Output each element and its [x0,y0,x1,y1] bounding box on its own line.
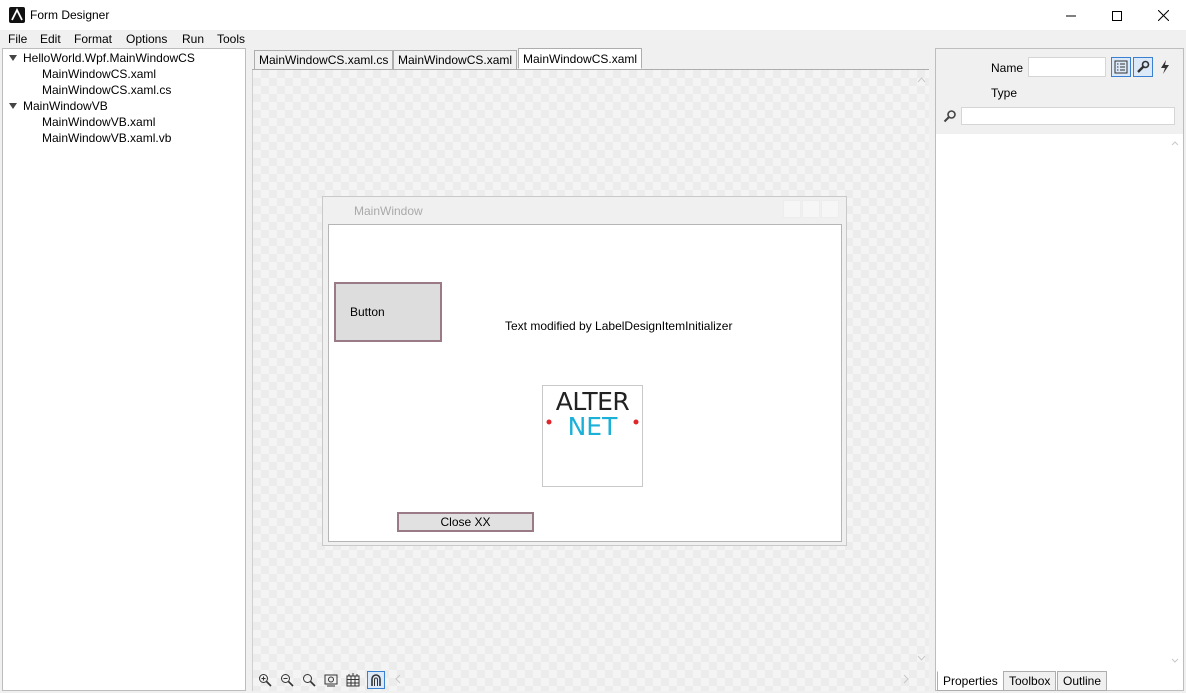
menu-edit[interactable]: Edit [40,32,61,47]
menu-format[interactable]: Format [74,32,112,47]
tree-node-project[interactable]: HelloWorld.Wpf.MainWindowCS [23,50,195,66]
zoom-reset-button[interactable] [300,671,318,689]
designed-main-window[interactable]: MainWindow Button Text modified by Label… [322,196,847,546]
search-icon [943,109,957,126]
designed-window-client[interactable]: Button Text modified by LabelDesignItemI… [328,224,842,542]
alternet-logo-image[interactable]: ALTER NET [542,385,643,487]
tab-mainwindowcs-xaml[interactable]: MainWindowCS.xaml [393,50,518,70]
fit-to-screen-button[interactable] [322,671,340,689]
snap-button[interactable] [367,671,385,689]
tree-node-file[interactable]: MainWindowCS.xaml.cs [42,82,171,98]
designed-close-button [821,200,839,218]
properties-panel: Name Type [935,48,1184,691]
menu-file[interactable]: File [8,32,27,47]
categorized-view-button[interactable] [1111,57,1131,77]
fit-to-screen-icon [324,674,338,687]
wrench-icon [1137,60,1150,73]
properties-button[interactable] [1133,57,1153,77]
tree-node-file[interactable]: MainWindowCS.xaml [42,66,156,82]
menu-run[interactable]: Run [182,32,204,47]
tree-node-file[interactable]: MainWindowVB.xaml.vb [42,130,171,146]
maximize-icon [1112,10,1122,21]
close-window-button[interactable] [1140,0,1186,31]
minimize-button[interactable] [1048,0,1094,31]
tab-properties[interactable]: Properties [937,671,1004,691]
zoom-out-button[interactable] [278,671,296,689]
designed-window-title: MainWindow [354,204,423,218]
designed-button[interactable]: Button [334,282,442,342]
name-field[interactable] [1028,57,1106,77]
designed-close-xx-button[interactable]: Close XX [397,512,534,532]
name-label: Name [991,61,1024,75]
property-search-input[interactable] [961,107,1175,125]
minimize-icon [1066,15,1076,16]
type-label: Type [991,86,1018,100]
zoom-in-icon [259,674,272,687]
events-lightning-icon [1161,60,1169,74]
tab-outline[interactable]: Outline [1057,671,1108,691]
zoom-reset-icon [303,674,316,687]
property-list-icon [1114,60,1128,74]
properties-scrollbar[interactable] [1168,137,1182,667]
tree-node-file[interactable]: MainWindowVB.xaml [42,114,155,130]
surface-vertical-scrollbar[interactable] [914,70,929,668]
tab-toolbox[interactable]: Toolbox [1003,671,1057,691]
surface-horizontal-scrollbar[interactable] [392,671,914,687]
properties-header: Name Type [936,49,1183,134]
tree-node-project[interactable]: MainWindowVB [23,98,108,114]
snap-magnet-icon [371,674,381,686]
solution-tree: HelloWorld.Wpf.MainWindowCS MainWindowCS… [2,48,246,691]
zoom-out-icon [281,674,294,687]
menu-options[interactable]: Options [126,32,167,47]
grid-button[interactable] [344,671,362,689]
designed-minimize-button [783,200,801,218]
maximize-button[interactable] [1094,0,1140,31]
title-bar: Form Designer [0,0,1186,31]
tab-mainwindowcs-xaml-cs[interactable]: MainWindowCS.xaml.cs [254,50,394,70]
designed-label[interactable]: Text modified by LabelDesignItemInitiali… [505,319,732,333]
expand-arrow-icon[interactable] [9,103,17,109]
expand-arrow-icon[interactable] [9,55,17,61]
close-icon [1157,10,1169,21]
app-logo-icon [9,7,25,23]
grid-icon [346,673,360,687]
logo-text-bottom: NET [568,412,618,441]
events-button[interactable] [1155,57,1175,77]
designed-maximize-button [802,200,820,218]
menu-tools[interactable]: Tools [217,32,245,47]
tab-mainwindowcs-xaml-active[interactable]: MainWindowCS.xaml [518,48,643,69]
menu-bar: File Edit Format Options Run Tools [0,31,1186,48]
window-title: Form Designer [30,8,110,22]
zoom-in-button[interactable] [256,671,274,689]
